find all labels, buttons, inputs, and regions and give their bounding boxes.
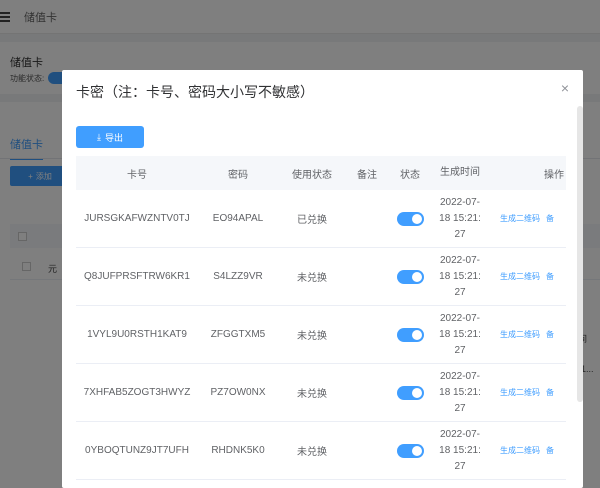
cell-password: PZ7OW0NX: [210, 387, 266, 398]
export-button[interactable]: ⤓ 导出: [76, 126, 144, 148]
cell-use-status: 未兑换: [297, 331, 327, 342]
cell-action: 生成二维码备: [488, 387, 566, 398]
created-sec: 27: [454, 344, 466, 356]
header-created: 生成时间: [440, 167, 480, 178]
cell-action: 生成二维码备: [488, 329, 566, 340]
cell-status: [388, 385, 432, 400]
created-sec: 27: [454, 286, 466, 298]
header-use-status: 使用状态: [292, 169, 332, 181]
status-switch[interactable]: [396, 385, 424, 400]
created-sec: 27: [454, 402, 466, 414]
header-action: 操作: [544, 169, 564, 181]
status-switch[interactable]: [396, 327, 424, 342]
cell-card-no: 0YBOQTUNZ9JT7UFH: [85, 445, 189, 456]
remark-link[interactable]: 备: [546, 388, 554, 397]
cell-created: 2022-07- 18 15:21: 27: [432, 311, 488, 359]
generate-qr-link[interactable]: 生成二维码: [500, 272, 540, 281]
remark-link[interactable]: 备: [546, 214, 554, 223]
generate-qr-link[interactable]: 生成二维码: [500, 388, 540, 397]
cell-card-no: 1VYL9U0RSTH1KAT9: [87, 329, 187, 340]
cell-action: 生成二维码备: [488, 271, 566, 282]
close-icon[interactable]: ×: [561, 81, 569, 95]
created-time: 18 15:21:: [439, 386, 481, 398]
created-time: 18 15:21:: [439, 444, 481, 456]
created-time: 18 15:21:: [439, 212, 481, 224]
cell-created: 2022-07- 18 15:21: 27: [432, 253, 488, 301]
cell-created: 2022-07- 18 15:21: 27: [432, 369, 488, 417]
created-time: 18 15:21:: [439, 328, 481, 340]
remark-link[interactable]: 备: [546, 272, 554, 281]
scrollbar[interactable]: [577, 106, 583, 402]
cell-card-no: 7XHFAB5ZOGT3HWYZ: [83, 387, 191, 398]
created-sec: 27: [454, 460, 466, 472]
created-date: 2022-07-: [439, 196, 481, 208]
created-date: 2022-07-: [439, 428, 481, 440]
dialog-title: 卡密（注：卡号、密码大小写不敏感）: [76, 84, 314, 100]
header-remark: 备注: [357, 169, 377, 181]
cell-action: 生成二维码备: [488, 445, 566, 456]
table-header: 卡号 密码 使用状态 备注 状态 生成时间 操作: [76, 156, 566, 190]
generate-qr-link[interactable]: 生成二维码: [500, 330, 540, 339]
cell-created: 2022-07- 18 15:21: 27: [432, 195, 488, 243]
cell-use-status: 已兑换: [297, 215, 327, 226]
header-card-no: 卡号: [127, 169, 147, 181]
cell-card-no: Q8JUFPRSFTRW6KR1: [84, 271, 190, 282]
cell-use-status: 未兑换: [297, 447, 327, 458]
cell-password: EO94APAL: [212, 213, 264, 224]
cell-password: S4LZZ9VR: [213, 271, 263, 282]
header-password: 密码: [228, 169, 248, 181]
table-row: 0YBOQTUNZ9JT7UFH RHDNK5K0 未兑换 2022-07- 18…: [76, 422, 566, 480]
cell-status: [388, 443, 432, 458]
remark-link[interactable]: 备: [546, 330, 554, 339]
cell-status: [388, 211, 432, 226]
table-row: JURSGKAFWZNTV0TJ EO94APAL 已兑换 2022-07- 18…: [76, 190, 566, 248]
remark-link[interactable]: 备: [546, 446, 554, 455]
created-time: 18 15:21:: [439, 270, 481, 282]
created-sec: 27: [454, 228, 466, 240]
cell-password: ZFGGTXM5: [210, 329, 266, 340]
cell-status: [388, 327, 432, 342]
table-row: Q8JUFPRSFTRW6KR1 S4LZZ9VR 未兑换 2022-07- 18…: [76, 248, 566, 306]
cell-action: 生成二维码备: [488, 213, 566, 224]
cell-card-no: JURSGKAFWZNTV0TJ: [84, 213, 190, 224]
cell-password: RHDNK5K0: [211, 445, 265, 456]
status-switch[interactable]: [396, 269, 424, 284]
created-date: 2022-07-: [439, 312, 481, 324]
created-date: 2022-07-: [439, 370, 481, 382]
cell-status: [388, 269, 432, 284]
generate-qr-link[interactable]: 生成二维码: [500, 446, 540, 455]
table-row: 1VYL9U0RSTH1KAT9 ZFGGTXM5 未兑换 2022-07- 18…: [76, 306, 566, 364]
created-date: 2022-07-: [439, 254, 481, 266]
header-status: 状态: [400, 169, 420, 181]
card-table: 卡号 密码 使用状态 备注 状态 生成时间 操作 JURSGKAFWZNTV0T…: [76, 156, 566, 480]
download-icon: ⤓: [97, 131, 101, 142]
status-switch[interactable]: [396, 211, 424, 226]
cell-use-status: 未兑换: [297, 273, 327, 284]
cell-use-status: 未兑换: [297, 389, 327, 400]
table-row: 7XHFAB5ZOGT3HWYZ PZ7OW0NX 未兑换 2022-07- 18…: [76, 364, 566, 422]
card-secret-dialog: 卡密（注：卡号、密码大小写不敏感） × ⤓ 导出 卡号 密码 使用状态 备注 状…: [62, 70, 583, 488]
generate-qr-link[interactable]: 生成二维码: [500, 214, 540, 223]
cell-created: 2022-07- 18 15:21: 27: [432, 427, 488, 475]
status-switch[interactable]: [396, 443, 424, 458]
export-button-label: 导出: [104, 132, 123, 143]
